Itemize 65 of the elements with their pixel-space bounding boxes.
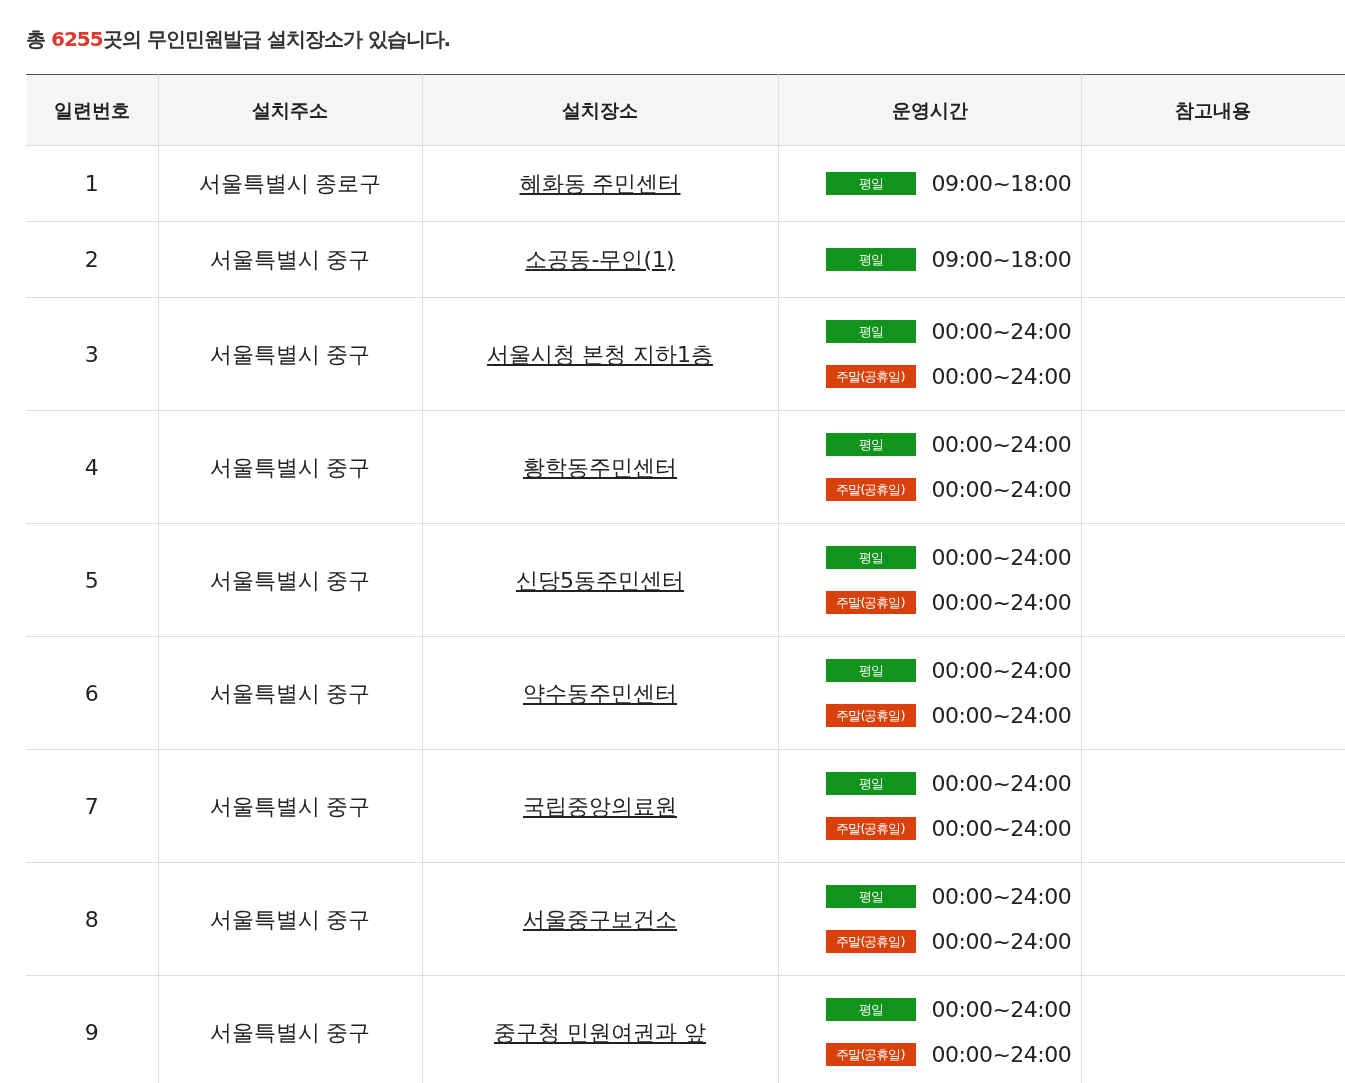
table-cell: 서울특별시 중구 [158, 749, 422, 863]
place-link[interactable]: 황학동주민센터 [523, 454, 677, 480]
day-type-badge: 평일 [825, 885, 916, 908]
day-type-badge: 평일 [825, 772, 916, 795]
column-header: 참고내용 [1081, 74, 1345, 146]
table-cell: 서울특별시 종로구 [158, 145, 422, 222]
table-cell: 서울특별시 중구 [158, 410, 422, 524]
place-link[interactable]: 서울중구보건소 [523, 906, 677, 932]
operating-time: 09:00~18:00 [931, 246, 1072, 274]
table-cell: 6 [26, 636, 158, 750]
column-header: 운영시간 [778, 74, 1081, 146]
day-type-badge: 주말(공휴일) [825, 365, 916, 388]
operating-time: 00:00~24:00 [931, 1041, 1072, 1069]
operating-time: 00:00~24:00 [931, 476, 1072, 504]
day-type-badge: 평일 [825, 433, 916, 456]
operating-time: 00:00~24:00 [931, 928, 1072, 956]
day-type-badge: 평일 [825, 546, 916, 569]
table-cell: 3 [26, 297, 158, 411]
table-cell: 서울특별시 중구 [158, 636, 422, 750]
operating-time: 00:00~24:00 [931, 363, 1072, 391]
table-cell: 4 [26, 410, 158, 524]
table-cell: 5 [26, 523, 158, 637]
table-cell: 서울특별시 중구 [158, 975, 422, 1083]
day-type-badge: 평일 [825, 998, 916, 1021]
place-link[interactable]: 약수동주민센터 [523, 680, 677, 706]
day-type-badge: 평일 [825, 659, 916, 682]
operating-time: 00:00~24:00 [931, 815, 1072, 843]
place-link[interactable]: 소공동-무인(1) [525, 247, 675, 272]
operating-time: 00:00~24:00 [931, 657, 1072, 685]
operating-time: 09:00~18:00 [931, 170, 1072, 198]
operating-time: 00:00~24:00 [931, 544, 1072, 572]
day-type-badge: 주말(공휴일) [825, 817, 916, 840]
operating-time: 00:00~24:00 [931, 996, 1072, 1024]
day-type-badge: 주말(공휴일) [825, 1043, 916, 1066]
table-cell: 서울특별시 중구 [158, 862, 422, 976]
day-type-badge: 평일 [825, 248, 916, 271]
day-type-badge: 주말(공휴일) [825, 930, 916, 953]
operating-time: 00:00~24:00 [931, 431, 1072, 459]
place-link[interactable]: 국립중앙의료원 [523, 793, 677, 819]
table-cell: 서울특별시 중구 [158, 221, 422, 298]
column-header: 설치주소 [158, 74, 422, 146]
place-link[interactable]: 서울시청 본청 지하1층 [487, 341, 713, 367]
summary-text: 총 6255곳의 무인민원발급 설치장소가 있습니다. [26, 26, 451, 53]
table-cell: 7 [26, 749, 158, 863]
table-cell: 1 [26, 145, 158, 222]
place-link[interactable]: 신당5동주민센터 [516, 567, 684, 593]
operating-time: 00:00~24:00 [931, 589, 1072, 617]
place-link[interactable]: 혜화동 주민센터 [519, 171, 681, 196]
column-header: 설치장소 [422, 74, 778, 146]
day-type-badge: 주말(공휴일) [825, 591, 916, 614]
day-type-badge: 주말(공휴일) [825, 704, 916, 727]
operating-time: 00:00~24:00 [931, 702, 1072, 730]
day-type-badge: 주말(공휴일) [825, 478, 916, 501]
table-cell: 2 [26, 221, 158, 298]
operating-time: 00:00~24:00 [931, 770, 1072, 798]
day-type-badge: 평일 [825, 172, 916, 195]
table-cell: 서울특별시 중구 [158, 297, 422, 411]
table-cell: 서울특별시 중구 [158, 523, 422, 637]
operating-time: 00:00~24:00 [931, 318, 1072, 346]
table-cell: 9 [26, 975, 158, 1083]
place-link[interactable]: 중구청 민원여권과 앞 [494, 1019, 706, 1045]
column-header: 일련번호 [26, 74, 158, 146]
operating-time: 00:00~24:00 [931, 883, 1072, 911]
day-type-badge: 평일 [825, 320, 916, 343]
table-cell: 8 [26, 862, 158, 976]
